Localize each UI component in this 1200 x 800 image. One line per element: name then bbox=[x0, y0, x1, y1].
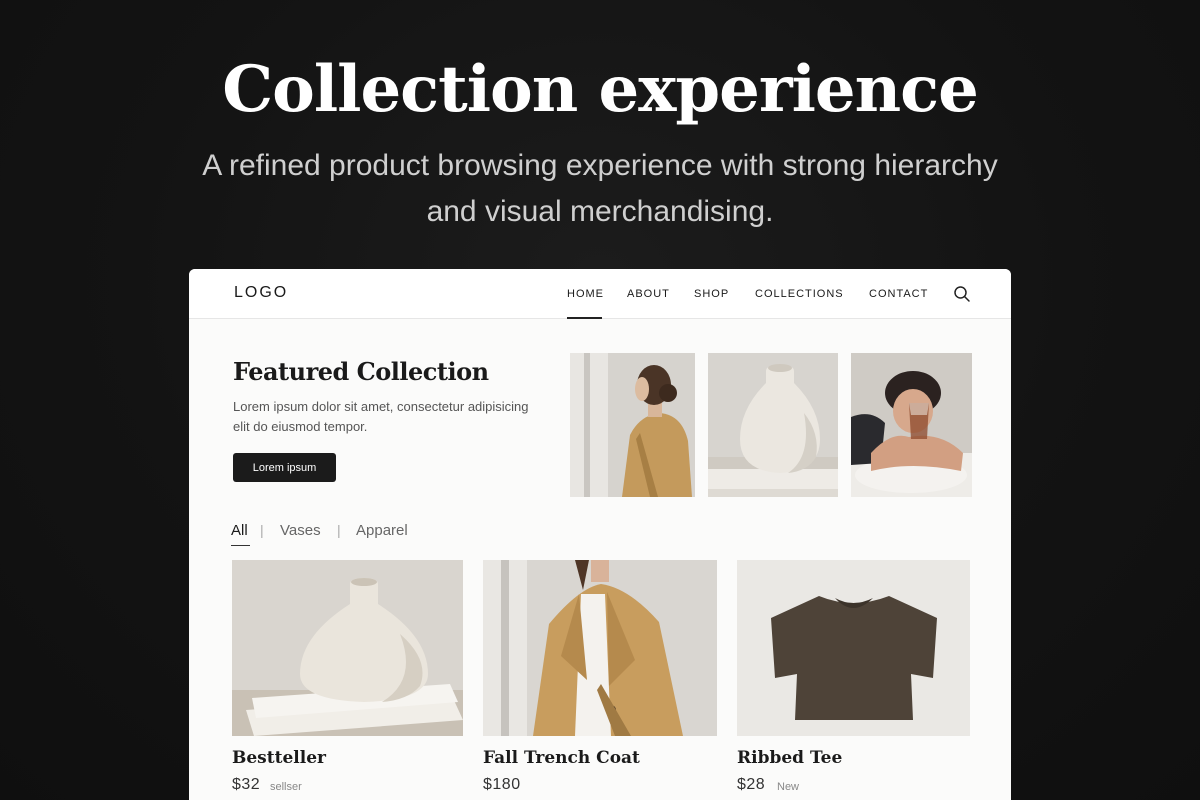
filter-separator: | bbox=[337, 522, 341, 538]
nav-item-contact[interactable]: CONTACT bbox=[869, 288, 928, 300]
product-image-tee[interactable] bbox=[737, 560, 970, 736]
product-image-trench-coat[interactable] bbox=[483, 560, 717, 736]
nav-item-shop[interactable]: SHOP bbox=[694, 288, 729, 300]
filter-tab-apparel[interactable]: Apparel bbox=[356, 522, 408, 539]
featured-description: Lorem ipsum dolor sit amet, consectetur … bbox=[233, 399, 529, 434]
nav-item-about[interactable]: ABOUT bbox=[627, 288, 670, 300]
cta-button[interactable]: Lorem ipsum bbox=[233, 453, 336, 482]
product-tag: New bbox=[777, 781, 800, 793]
product-name[interactable]: Ribbed Tee bbox=[737, 748, 842, 768]
site-logo[interactable]: LOGO bbox=[234, 284, 288, 302]
featured-image-woman-coat[interactable] bbox=[570, 353, 695, 497]
active-nav-indicator bbox=[567, 317, 602, 319]
nav-item-collections[interactable]: COLLECTIONS bbox=[755, 288, 844, 300]
search-icon[interactable] bbox=[953, 285, 971, 303]
product-name[interactable]: Bestteller bbox=[232, 748, 326, 768]
hero-subtitle-line-2: and visual merchandising. bbox=[426, 195, 774, 228]
featured-image-vase[interactable] bbox=[708, 353, 838, 497]
product-price: $32 bbox=[232, 776, 261, 793]
product-name[interactable]: Fall Trench Coat bbox=[483, 748, 640, 768]
featured-image-woman-glass[interactable] bbox=[851, 353, 972, 497]
presentation-stage: Collection experience A refined product … bbox=[0, 0, 1200, 800]
filter-separator: | bbox=[260, 522, 264, 538]
hero-subtitle: A refined product browsing experience wi… bbox=[200, 143, 1000, 235]
hero-subtitle-line-1: A refined product browsing experience wi… bbox=[202, 149, 998, 182]
filter-tab-vases[interactable]: Vases bbox=[280, 522, 321, 539]
product-price: $28 bbox=[737, 776, 766, 793]
active-filter-indicator bbox=[231, 545, 250, 546]
product-price: $180 bbox=[483, 776, 521, 793]
product-tag: sellser bbox=[270, 781, 302, 793]
featured-title: Featured Collection bbox=[233, 357, 489, 386]
nav-item-home[interactable]: HOME bbox=[567, 288, 604, 300]
hero-title: Collection experience bbox=[222, 52, 979, 127]
website-mockup: LOGO HOME ABOUT SHOP COLLECTIONS CONTACT… bbox=[189, 269, 1011, 800]
top-navigation: LOGO HOME ABOUT SHOP COLLECTIONS CONTACT bbox=[189, 269, 1011, 319]
filter-tab-all[interactable]: All bbox=[231, 522, 248, 539]
product-image-vase[interactable] bbox=[232, 560, 463, 736]
